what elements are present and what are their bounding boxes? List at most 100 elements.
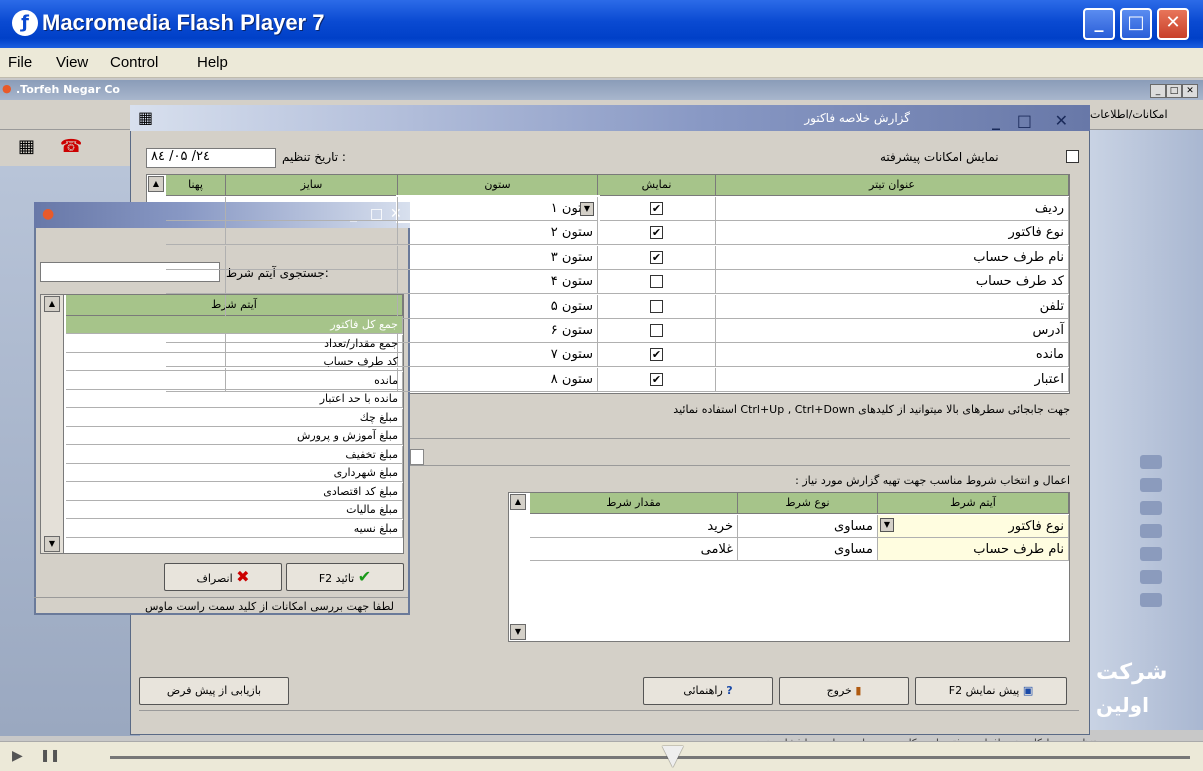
- row-title-cell[interactable]: آدرس: [716, 319, 1069, 343]
- row-size-cell[interactable]: [226, 270, 398, 295]
- list-item[interactable]: مبلغ نسیه: [66, 519, 403, 538]
- show-checkbox[interactable]: ✔: [650, 202, 663, 215]
- seek-handle-icon[interactable]: ▼: [662, 738, 684, 771]
- report-close-button[interactable]: ✕: [1055, 111, 1068, 130]
- list-item[interactable]: مبلغ تخفیف: [66, 445, 403, 464]
- pause-icon[interactable]: ❚❚: [40, 748, 60, 762]
- report-minimize-button[interactable]: _: [992, 111, 1000, 130]
- row-column-cell[interactable]: ستون ۸: [398, 367, 598, 392]
- row-size-cell[interactable]: [226, 197, 398, 221]
- show-checkbox[interactable]: [650, 275, 663, 289]
- cond-dropdown-icon[interactable]: ▼: [880, 518, 894, 532]
- row-width-cell[interactable]: [166, 221, 226, 246]
- row-title-cell[interactable]: کد طرف حساب: [716, 270, 1069, 295]
- minimize-button[interactable]: _: [1083, 8, 1115, 40]
- row-column-cell[interactable]: ستون ۵: [398, 294, 598, 319]
- show-checkbox[interactable]: ✔: [650, 226, 663, 240]
- show-checkbox[interactable]: ✔: [650, 372, 663, 386]
- mdi-title-text: .Torfeh Negar Co: [16, 83, 120, 96]
- cond-scroll-up-icon[interactable]: ▲: [510, 494, 526, 510]
- row-column-cell[interactable]: ستون ۶: [398, 319, 598, 343]
- list-item[interactable]: مبلغ چك: [66, 408, 403, 427]
- row-title-cell[interactable]: اعتبار: [716, 367, 1069, 392]
- list-scrollbar[interactable]: [40, 294, 64, 554]
- row-size-cell[interactable]: [226, 245, 398, 270]
- menu-view[interactable]: View: [56, 54, 88, 71]
- advanced-options-checkbox[interactable]: [1066, 150, 1079, 163]
- side-box: [1140, 501, 1162, 515]
- show-checkbox[interactable]: [650, 324, 663, 337]
- cond-value-cell[interactable]: خرید: [530, 515, 738, 538]
- preview-button[interactable]: F2 پیش نمایش ▣: [915, 677, 1067, 705]
- list-item[interactable]: مانده: [66, 371, 403, 390]
- seek-track[interactable]: [110, 756, 1190, 759]
- right-menu-label[interactable]: امکانات/اطلاعات: [1090, 108, 1168, 121]
- play-icon[interactable]: ▶: [12, 748, 23, 764]
- list-scroll-down-icon[interactable]: ▼: [44, 536, 60, 552]
- column-dropdown-icon[interactable]: ▼: [580, 202, 594, 216]
- list-item[interactable]: مبلغ آموزش و پرورش: [66, 427, 403, 445]
- cond-item-cell[interactable]: نام طرف حساب: [878, 538, 1069, 561]
- col-header-column: ستون: [398, 175, 598, 196]
- phone-icon[interactable]: ☎: [60, 136, 82, 157]
- menu-help[interactable]: Help: [197, 54, 228, 71]
- row-column-cell[interactable]: ستون ۳: [398, 245, 598, 270]
- row-width-cell[interactable]: [166, 294, 226, 319]
- row-column-cell[interactable]: ستون ۲: [398, 221, 598, 246]
- row-show-cell: ✔: [598, 197, 716, 221]
- cond-scroll-down-icon[interactable]: ▼: [510, 624, 526, 640]
- menu-file[interactable]: File: [8, 54, 32, 71]
- row-size-cell[interactable]: [226, 294, 398, 319]
- grid-scroll-up-icon[interactable]: ▲: [148, 176, 164, 192]
- show-checkbox[interactable]: [650, 299, 663, 313]
- picker-cancel-button[interactable]: انصراف ✖: [164, 563, 282, 591]
- status-bar: [139, 710, 1079, 730]
- window-titlebar: ƒ Macromedia Flash Player 7 _ □ ✕: [0, 0, 1203, 48]
- maximize-button[interactable]: □: [1120, 8, 1152, 40]
- row-width-cell[interactable]: [166, 270, 226, 295]
- exit-button[interactable]: خروج ▮: [779, 677, 909, 705]
- report-maximize-button[interactable]: □: [1017, 111, 1032, 130]
- menu-control[interactable]: Control: [110, 54, 158, 71]
- cond-header-item: آیتم شرط: [878, 493, 1069, 514]
- row-column-cell[interactable]: ستون ۴: [398, 270, 598, 295]
- row-title-cell[interactable]: نام طرف حساب: [716, 245, 1069, 270]
- row-title-cell[interactable]: ردیف: [716, 197, 1069, 221]
- row-title-cell[interactable]: مانده: [716, 343, 1069, 368]
- show-checkbox[interactable]: ✔: [650, 348, 663, 362]
- list-item[interactable]: مبلغ کد اقتصادی: [66, 482, 403, 501]
- close-button[interactable]: ✕: [1157, 8, 1189, 40]
- list-item[interactable]: مانده با حد اعتبار: [66, 390, 403, 408]
- list-scroll-up-icon[interactable]: ▲: [44, 296, 60, 312]
- question-icon: ?: [726, 684, 733, 697]
- row-width-cell[interactable]: [166, 197, 226, 221]
- app-logo-icon: ●: [2, 82, 12, 95]
- tab-indicator[interactable]: [410, 449, 424, 465]
- row-column-cell[interactable]: ستون ۷: [398, 343, 598, 368]
- list-item[interactable]: جمع مقدار/تعداد: [66, 334, 403, 353]
- help-button[interactable]: راهنمائی ?: [643, 677, 773, 705]
- mdi-close-button[interactable]: ✕: [1182, 84, 1198, 98]
- row-show-cell: ✔: [598, 221, 716, 246]
- show-checkbox[interactable]: ✔: [650, 250, 663, 264]
- picker-ok-button[interactable]: F2 تائید ✔: [286, 563, 404, 591]
- cond-type-cell[interactable]: مساوی: [738, 515, 878, 538]
- list-item[interactable]: مبلغ مالیات: [66, 501, 403, 519]
- list-item[interactable]: مبلغ شهرداری: [66, 464, 403, 482]
- list-item[interactable]: کد طرف حساب: [66, 353, 403, 371]
- cond-item-cell[interactable]: نوع فاکتور: [878, 515, 1069, 538]
- mdi-restore-button[interactable]: □: [1166, 84, 1182, 98]
- reset-default-button[interactable]: بازیابی از پیش فرض: [139, 677, 289, 705]
- company-text: شرکت: [1096, 660, 1168, 685]
- row-column-cell[interactable]: ستون ۱: [396, 195, 600, 223]
- cond-type-cell[interactable]: مساوی: [738, 538, 878, 561]
- row-width-cell[interactable]: [166, 245, 226, 270]
- cond-value-cell[interactable]: غلامی: [530, 538, 738, 561]
- mdi-minimize-button[interactable]: _: [1150, 84, 1166, 98]
- date-field[interactable]: ۸٤ /۰۵ /۲٤: [146, 148, 276, 168]
- row-title-cell[interactable]: نوع فاکتور: [716, 221, 1069, 246]
- row-title-cell[interactable]: تلفن: [716, 294, 1069, 319]
- row-size-cell[interactable]: [226, 221, 398, 246]
- list-item[interactable]: جمع کل فاکتور: [66, 316, 403, 334]
- calculator-icon[interactable]: ▦: [18, 136, 35, 157]
